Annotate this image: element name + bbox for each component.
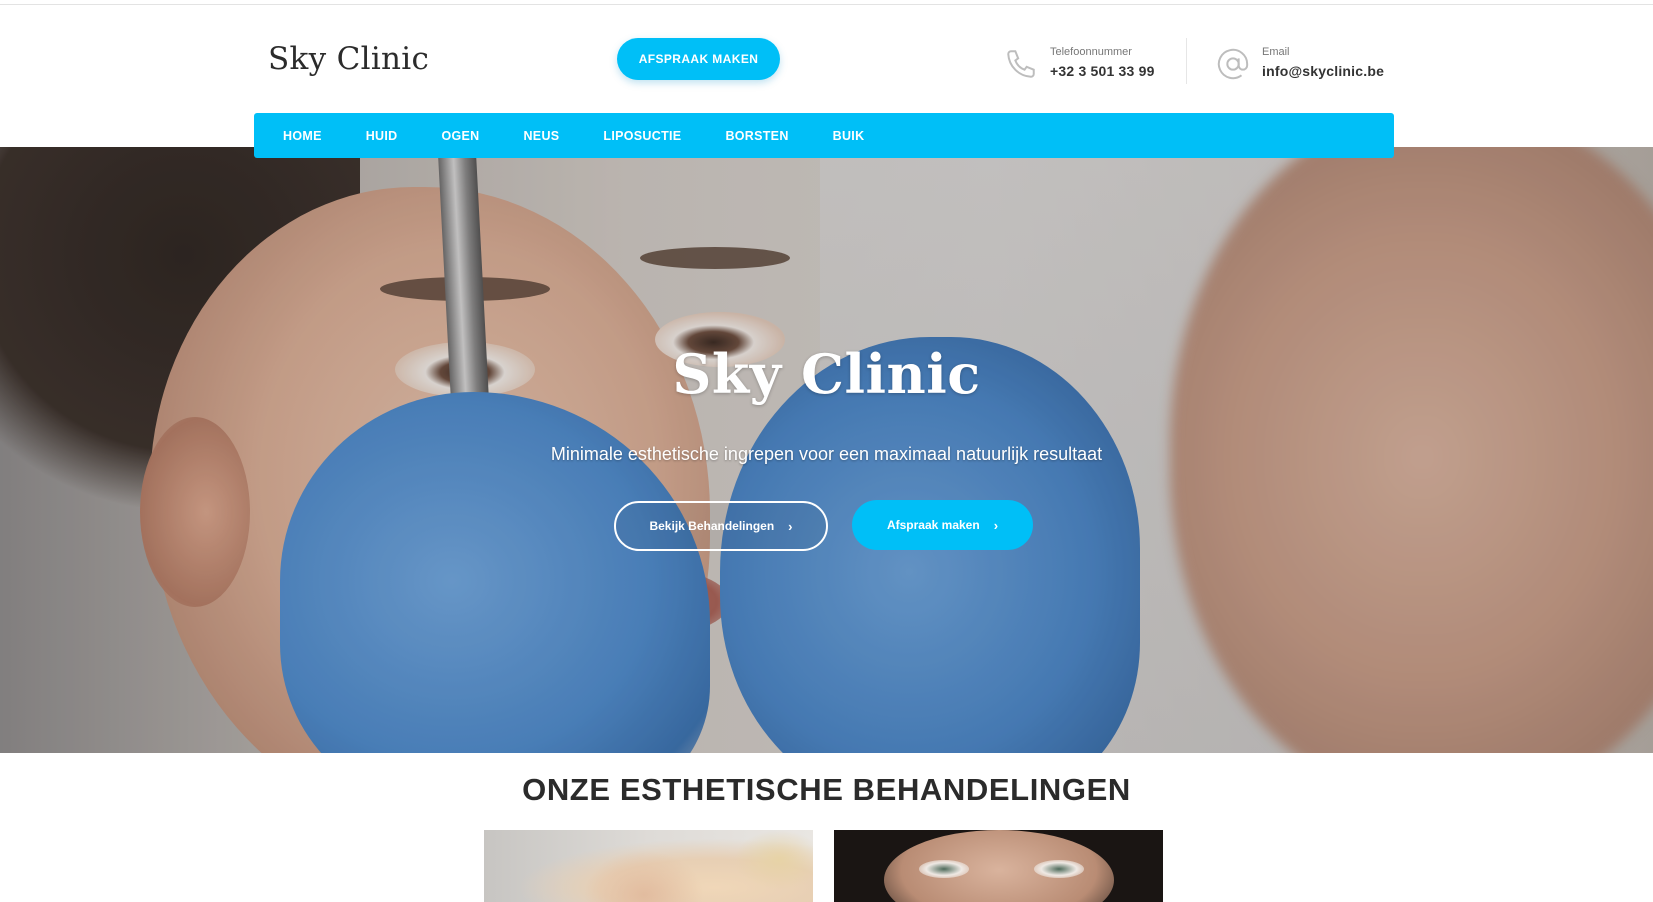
email-label: Email [1262,46,1290,58]
view-treatments-button[interactable]: Bekijk Behandelingen › [614,501,828,551]
nav-item-liposuctie[interactable]: LIPOSUCTIE [603,129,681,143]
nav-item-huid[interactable]: HUID [366,129,398,143]
nav-item-borsten[interactable]: BORSTEN [725,129,788,143]
hero-subtitle: Minimale esthetische ingrepen voor een m… [550,444,1103,464]
make-appointment-button[interactable]: Afspraak maken › [852,500,1033,550]
at-sign-icon [1217,48,1249,80]
site-logo[interactable]: Sky Clinic [268,41,429,77]
view-treatments-label: Bekijk Behandelingen [649,519,775,533]
hero-banner: Sky Clinic Minimale esthetische ingrepen… [0,147,1653,753]
nav-item-buik[interactable]: BUIK [833,129,865,143]
contact-divider [1186,38,1187,84]
nav-item-home[interactable]: HOME [283,129,322,143]
phone-number[interactable]: +32 3 501 33 99 [1050,63,1155,79]
chevron-right-icon: › [788,518,793,534]
email-contact[interactable]: Email info@skyclinic.be [1216,45,1384,81]
phone-contact[interactable]: Telefoonnummer +32 3 501 33 99 [1004,45,1155,81]
hero-title: Sky Clinic [672,342,981,406]
book-appointment-button[interactable]: AFSPRAAK MAKEN [617,38,780,80]
phone-icon [1007,50,1035,78]
nav-item-ogen[interactable]: OGEN [441,129,479,143]
make-appointment-label: Afspraak maken [886,518,980,532]
treatment-card-skin[interactable] [484,830,813,902]
treatment-card-eyes[interactable] [834,830,1163,902]
phone-label: Telefoonnummer [1050,46,1132,58]
section-title: ONZE ESTHETISCHE BEHANDELINGEN [522,772,1131,807]
email-address[interactable]: info@skyclinic.be [1262,63,1384,79]
chevron-right-icon: › [993,517,999,533]
nav-item-neus[interactable]: NEUS [523,129,559,143]
main-nav: HOME HUID OGEN NEUS LIPOSUCTIE BORSTEN B… [254,113,1394,158]
